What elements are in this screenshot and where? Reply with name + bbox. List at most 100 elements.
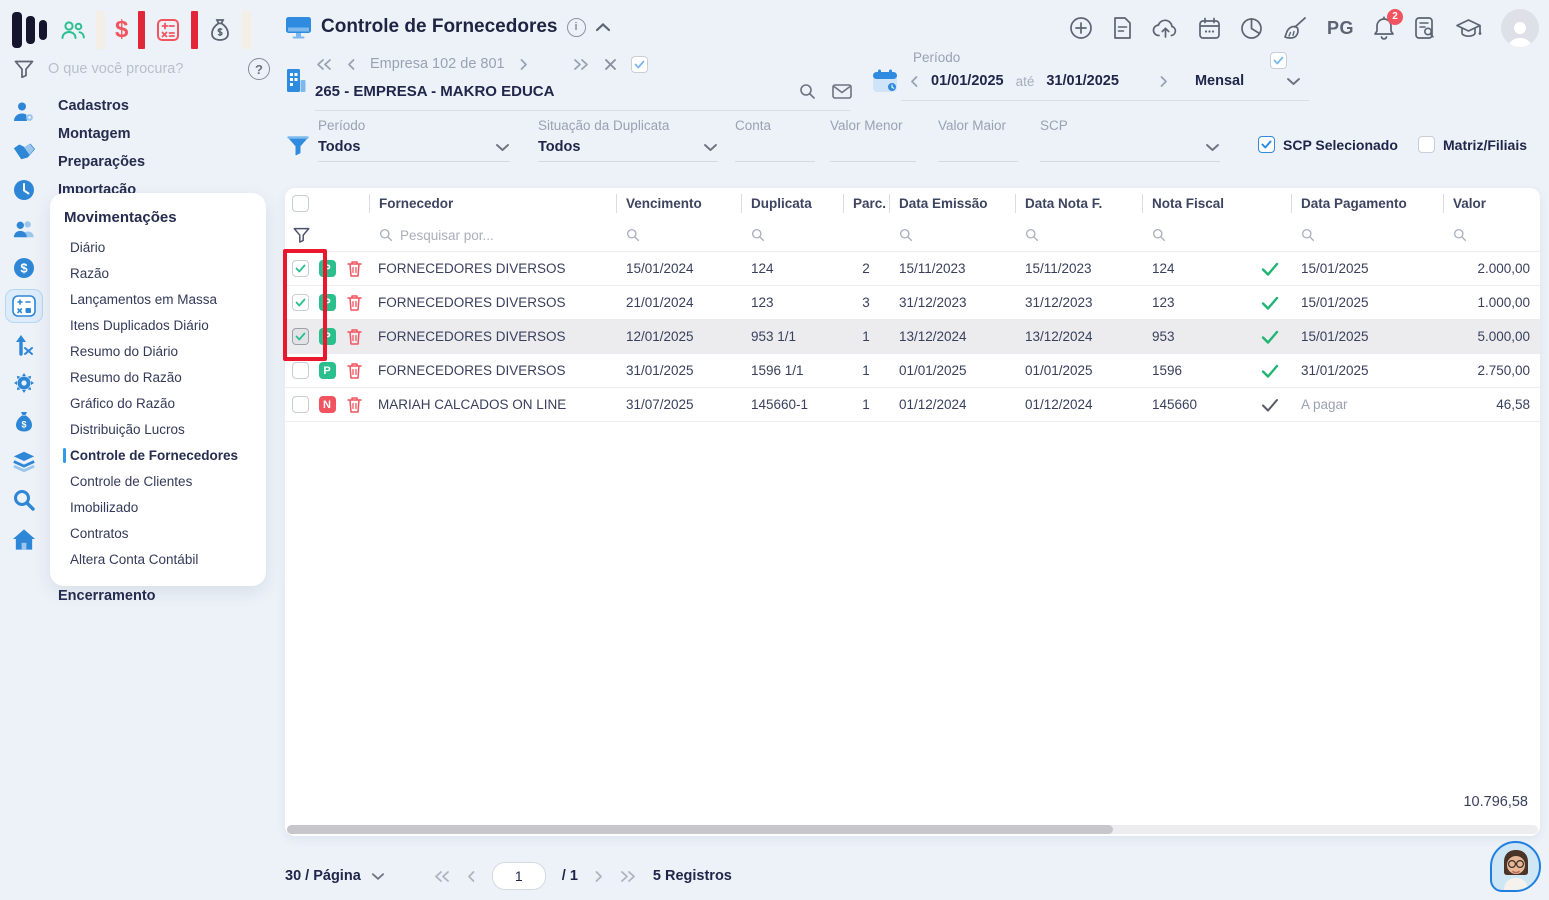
people-icon[interactable] (60, 18, 86, 42)
sidebar-item-movimentacoes[interactable]: Movimentações (50, 205, 266, 234)
col-duplicata[interactable]: Duplicata (741, 188, 843, 219)
money-bag-icon[interactable] (208, 17, 232, 43)
collapse-chevron-icon[interactable] (595, 22, 611, 32)
global-search-input[interactable]: O que você procura? (48, 61, 234, 77)
search-fornecedor-input[interactable]: Pesquisar por... (369, 228, 616, 243)
clear-company-button[interactable] (604, 58, 617, 71)
page-number-input[interactable]: 1 (491, 862, 546, 890)
search-data-emissao-input[interactable] (889, 228, 1015, 242)
user-settings-icon[interactable] (12, 100, 36, 124)
layers-icon[interactable] (12, 449, 36, 473)
row-checkbox[interactable] (291, 362, 309, 379)
sidebar-item-cadastros[interactable]: Cadastros (58, 92, 278, 120)
app-logo[interactable] (12, 12, 47, 48)
row-checkbox[interactable] (291, 328, 309, 345)
filter-matriz-filiais[interactable]: Matriz/Filiais (1418, 136, 1527, 153)
delete-button[interactable] (339, 294, 369, 311)
cloud-upload-icon[interactable] (1152, 17, 1179, 39)
col-vencimento[interactable]: Vencimento (616, 188, 741, 219)
submenu-controle-de-clientes[interactable]: Controle de Clientes (50, 468, 266, 494)
next-page-button[interactable] (594, 870, 604, 883)
calculator-active-icon[interactable] (5, 289, 43, 323)
broom-icon[interactable] (1282, 16, 1308, 40)
table-row[interactable]: P FORNECEDORES DIVERSOS 21/01/2024 123 3… (285, 286, 1540, 320)
search-nota-fiscal-input[interactable] (1142, 228, 1249, 242)
dollar-circle-icon[interactable]: $ (12, 256, 36, 280)
company-checkbox[interactable] (630, 55, 648, 73)
submenu-resumo-do-razao[interactable]: Resumo do Razão (50, 364, 266, 390)
col-fornecedor[interactable]: Fornecedor (369, 188, 616, 219)
page-size-select[interactable]: 30 / Página (285, 868, 385, 884)
filter-valor-menor[interactable]: Valor Menor (830, 118, 916, 162)
period-checkbox[interactable] (1270, 52, 1287, 69)
delete-button[interactable] (339, 328, 369, 345)
submenu-razao[interactable]: Razão (50, 260, 266, 286)
period-mode-select[interactable]: Mensal (1195, 73, 1244, 89)
user-avatar[interactable] (1501, 9, 1539, 47)
submenu-imobilizado[interactable]: Imobilizado (50, 494, 266, 520)
first-company-button[interactable] (315, 58, 332, 71)
col-data-emissao[interactable]: Data Emissão (889, 188, 1015, 219)
filter-situacao-duplicata[interactable]: Situação da Duplicata Todos (538, 118, 718, 162)
submenu-contratos[interactable]: Contratos (50, 520, 266, 546)
filter-valor-maior[interactable]: Valor Maior (938, 118, 1018, 162)
delete-button[interactable] (339, 362, 369, 379)
help-icon[interactable]: ? (248, 58, 270, 80)
first-page-button[interactable] (433, 870, 450, 883)
filter-conta[interactable]: Conta (735, 118, 815, 162)
col-data-pagamento[interactable]: Data Pagamento (1291, 188, 1443, 219)
search-duplicata-input[interactable] (741, 228, 843, 242)
gear-icon[interactable] (12, 371, 36, 395)
search-vencimento-input[interactable] (616, 228, 741, 242)
money-bag-blue-icon[interactable]: $ (12, 410, 36, 434)
submenu-itens-duplicados-diario[interactable]: Itens Duplicados Diário (50, 312, 266, 338)
table-row[interactable]: P FORNECEDORES DIVERSOS 15/01/2024 124 2… (285, 252, 1540, 286)
period-to-date[interactable]: 31/01/2025 (1046, 73, 1119, 89)
sidebar-item-encerramento[interactable]: Encerramento (58, 582, 278, 610)
add-icon[interactable] (1069, 16, 1093, 40)
col-parc[interactable]: Parc. (843, 188, 889, 219)
sidebar-item-montagem[interactable]: Montagem (58, 120, 278, 148)
pie-chart-icon[interactable] (1240, 17, 1263, 40)
col-nota-fiscal[interactable]: Nota Fiscal (1142, 188, 1249, 219)
delete-button[interactable] (339, 260, 369, 277)
filter-scp[interactable]: SCP (1040, 118, 1220, 162)
filter-scp-selecionado[interactable]: SCP Selecionado (1258, 136, 1398, 153)
table-row[interactable]: P FORNECEDORES DIVERSOS 31/01/2025 1596 … (285, 354, 1540, 388)
clock-icon[interactable] (12, 178, 36, 202)
search-data-pagamento-input[interactable] (1291, 228, 1443, 242)
prev-page-button[interactable] (466, 870, 476, 883)
submenu-diario[interactable]: Diário (50, 234, 266, 260)
company-search-icon[interactable] (799, 83, 816, 100)
table-row[interactable]: N MARIAH CALCADOS ON LINE 31/07/2025 145… (285, 388, 1540, 422)
last-page-button[interactable] (620, 870, 637, 883)
submenu-grafico-do-razao[interactable]: Gráfico do Razão (50, 390, 266, 416)
submenu-resumo-do-diario[interactable]: Resumo do Diário (50, 338, 266, 364)
submenu-lancamentos-em-massa[interactable]: Lançamentos em Massa (50, 286, 266, 312)
users-icon[interactable] (12, 217, 36, 241)
calendar-icon[interactable] (1198, 17, 1221, 40)
filter-periodo[interactable]: Período Todos (318, 118, 510, 162)
scrollbar-thumb[interactable] (287, 825, 1113, 834)
row-checkbox[interactable] (291, 396, 309, 413)
company-mail-icon[interactable] (832, 83, 852, 99)
row-filter-funnel-icon[interactable] (293, 227, 310, 243)
col-data-nota-f[interactable]: Data Nota F. (1015, 188, 1142, 219)
home-icon[interactable] (12, 527, 36, 551)
period-from-date[interactable]: 01/01/2025 (931, 73, 1004, 89)
document-icon[interactable] (1112, 16, 1133, 40)
document-search-icon[interactable] (1414, 16, 1436, 40)
submenu-distribuicao-lucros[interactable]: Distribuição Lucros (50, 416, 266, 442)
period-mode-chevron-icon[interactable] (1286, 77, 1301, 86)
table-row-selected[interactable]: P FORNECEDORES DIVERSOS 12/01/2025 953 1… (285, 320, 1540, 354)
filter-funnel-icon[interactable] (14, 60, 34, 78)
dollar-icon[interactable]: $ (115, 16, 128, 44)
pg-button[interactable]: PG (1327, 18, 1354, 39)
col-valor[interactable]: Valor (1443, 188, 1540, 219)
submenu-altera-conta-contabil[interactable]: Altera Conta Contábil (50, 546, 266, 572)
prev-period-button[interactable] (909, 75, 919, 88)
last-company-button[interactable] (573, 58, 590, 71)
growth-icon[interactable] (12, 332, 36, 356)
next-period-button[interactable] (1159, 75, 1169, 88)
search-data-nota-f-input[interactable] (1015, 228, 1142, 242)
